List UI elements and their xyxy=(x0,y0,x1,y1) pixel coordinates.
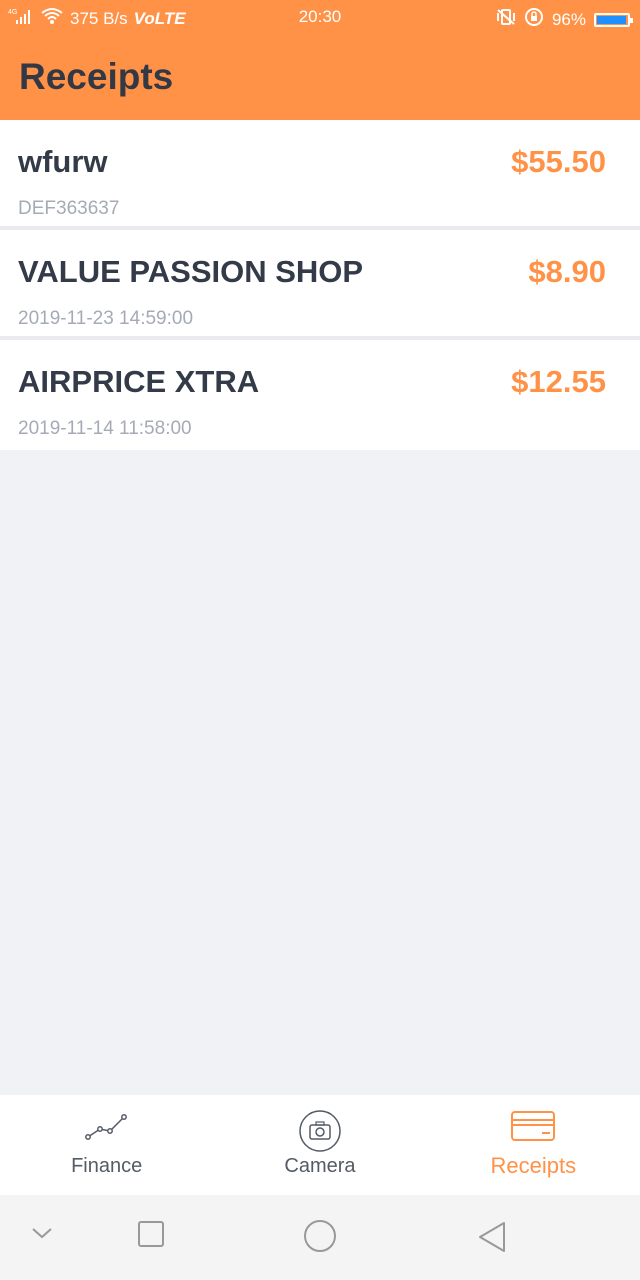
recent-apps-icon[interactable] xyxy=(137,1220,165,1253)
nav-receipts[interactable]: Receipts xyxy=(427,1095,640,1195)
receipt-amount: $55.50 xyxy=(511,144,606,179)
nav-label: Receipts xyxy=(490,1153,577,1178)
battery-level xyxy=(597,15,626,24)
receipt-item[interactable]: wfurw DEF363637 $55.50 xyxy=(0,120,640,230)
receipt-subtitle: DEF363637 xyxy=(18,198,120,219)
status-bar: 4G 375 B/s VoLTE 20:30 96% xyxy=(0,0,640,36)
receipt-name: AIRPRICE XTRA xyxy=(18,364,260,399)
battery-icon xyxy=(594,12,633,27)
receipt-card-icon xyxy=(510,1109,556,1148)
chevron-down-icon[interactable] xyxy=(30,1225,54,1246)
app-bar: Receipts xyxy=(0,36,640,120)
battery-percent: 96% xyxy=(551,9,586,29)
nav-label: Camera xyxy=(284,1155,356,1177)
receipt-list: wfurw DEF363637 $55.50 VALUE PASSION SHO… xyxy=(0,120,640,450)
chart-line-icon xyxy=(84,1109,130,1148)
nav-label: Finance xyxy=(71,1155,143,1177)
receipt-subtitle: 2019-11-14 11:58:00 xyxy=(18,418,192,439)
nav-finance[interactable]: Finance xyxy=(0,1095,213,1195)
receipt-subtitle: 2019-11-23 14:59:00 xyxy=(18,308,194,329)
back-icon[interactable] xyxy=(476,1221,508,1258)
page-title: Receipts xyxy=(19,56,174,97)
bottom-nav: Finance Camera Receipts xyxy=(0,1095,640,1195)
rotation-lock-icon xyxy=(524,7,544,32)
home-icon[interactable] xyxy=(303,1219,337,1258)
status-right: 96% xyxy=(496,7,633,32)
receipt-name: VALUE PASSION SHOP xyxy=(18,254,364,289)
receipt-amount: $12.55 xyxy=(511,364,606,399)
system-nav xyxy=(0,1195,640,1280)
receipt-name: wfurw xyxy=(18,144,108,179)
vibrate-icon xyxy=(496,8,516,31)
receipt-amount: $8.90 xyxy=(528,254,606,289)
nav-camera[interactable]: Camera xyxy=(213,1095,426,1195)
receipt-item[interactable]: AIRPRICE XTRA 2019-11-14 11:58:00 $12.55 xyxy=(0,340,640,450)
receipt-item[interactable]: VALUE PASSION SHOP 2019-11-23 14:59:00 $… xyxy=(0,230,640,340)
camera-icon xyxy=(298,1109,342,1158)
